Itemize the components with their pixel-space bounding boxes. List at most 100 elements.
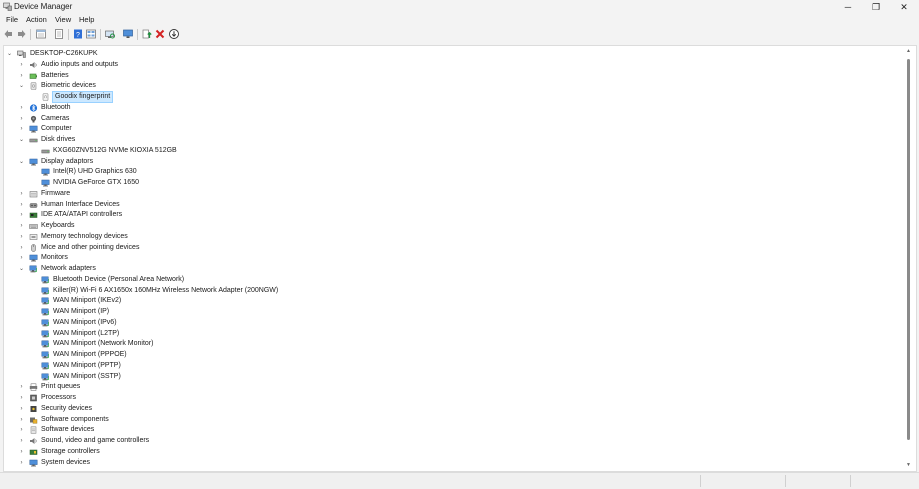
chevron-right-icon[interactable]: › bbox=[18, 447, 25, 457]
tree-category[interactable]: ⌄ Biometric devices bbox=[18, 81, 518, 91]
tree-root[interactable]: ⌄ DESKTOP-C26KUPK bbox=[6, 49, 306, 59]
tree-category[interactable]: › System devices bbox=[18, 458, 518, 468]
chevron-down-icon[interactable]: ⌄ bbox=[18, 81, 25, 91]
tree-item-label: Human Interface Devices bbox=[41, 200, 120, 208]
chevron-right-icon[interactable]: › bbox=[18, 200, 25, 210]
tree-category[interactable]: › IDE ATA/ATAPI controllers bbox=[18, 210, 518, 220]
chevron-right-icon[interactable]: › bbox=[18, 103, 25, 113]
chevron-right-icon[interactable]: › bbox=[18, 232, 25, 242]
scroll-up-arrow[interactable]: ▲ bbox=[906, 48, 911, 54]
tree-category[interactable]: › Storage controllers bbox=[18, 447, 518, 457]
tree-category[interactable]: › Bluetooth bbox=[18, 103, 518, 113]
monitor-icon[interactable] bbox=[122, 28, 134, 40]
tree-device[interactable]: WAN Miniport (Network Monitor) bbox=[30, 339, 530, 349]
tree-item-label: Processors bbox=[41, 394, 77, 401]
chevron-down-icon[interactable]: ⌄ bbox=[18, 135, 25, 145]
tree-category[interactable]: › Computer bbox=[18, 124, 518, 134]
chevron-down-icon[interactable]: ⌄ bbox=[18, 264, 25, 274]
tree-device[interactable]: Killer(R) Wi-Fi 6 AX1650x 160MHz Wireles… bbox=[30, 286, 530, 296]
tree-category[interactable]: › Firmware bbox=[18, 189, 518, 199]
device-manager-icon bbox=[3, 2, 12, 11]
tree-device[interactable]: WAN Miniport (IKEv2) bbox=[30, 296, 530, 306]
system-device-icon bbox=[29, 459, 38, 466]
tree-category[interactable]: › Software devices bbox=[18, 425, 518, 435]
chevron-right-icon[interactable]: › bbox=[18, 253, 25, 263]
tree-device[interactable]: WAN Miniport (PPPOE) bbox=[30, 350, 530, 360]
tree-category[interactable]: › Print queues bbox=[18, 382, 518, 392]
chevron-right-icon[interactable]: › bbox=[18, 436, 25, 446]
menu-action[interactable]: Action bbox=[26, 15, 47, 25]
chevron-right-icon[interactable]: › bbox=[18, 458, 25, 468]
tree-category[interactable]: › Human Interface Devices bbox=[18, 200, 518, 210]
vertical-scrollbar[interactable] bbox=[907, 59, 910, 440]
tree-category[interactable]: › Security devices bbox=[18, 404, 518, 414]
device-tree[interactable]: ⌄ DESKTOP-C26KUPK › Audio inputs and outp… bbox=[3, 45, 917, 472]
tree-item-label: Bluetooth Device (Personal Area Network) bbox=[53, 275, 185, 283]
maximize-button[interactable]: ❐ bbox=[862, 0, 890, 14]
chevron-right-icon[interactable]: › bbox=[18, 243, 25, 253]
tree-device[interactable]: WAN Miniport (IP) bbox=[30, 307, 530, 317]
back-icon[interactable] bbox=[3, 28, 15, 40]
download-icon[interactable] bbox=[168, 28, 180, 40]
tree-item-label: Storage controllers bbox=[41, 447, 100, 455]
tree-category[interactable]: ⌄ Display adaptors bbox=[18, 157, 518, 167]
view-icon[interactable] bbox=[85, 28, 97, 40]
chevron-down-icon[interactable]: ⌄ bbox=[18, 157, 25, 167]
chevron-right-icon[interactable]: › bbox=[18, 393, 25, 403]
tree-device[interactable]: Intel(R) UHD Graphics 630 bbox=[30, 167, 530, 177]
title-bar: Device Manager ─ ❐ ✕ bbox=[0, 0, 919, 14]
chevron-right-icon[interactable]: › bbox=[18, 415, 25, 425]
chevron-right-icon[interactable]: › bbox=[18, 60, 25, 70]
tree-device[interactable]: WAN Miniport (SSTP) bbox=[30, 372, 530, 382]
tree-item-label: Mice and other pointing devices bbox=[41, 243, 140, 251]
tree-device[interactable]: WAN Miniport (PPTP) bbox=[30, 361, 530, 371]
tree-device[interactable]: Goodix fingerprint bbox=[30, 91, 530, 103]
uninstall-icon[interactable] bbox=[154, 28, 166, 40]
tree-category[interactable]: › Mice and other pointing devices bbox=[18, 243, 518, 253]
tree-category[interactable]: › Batteries bbox=[18, 71, 518, 81]
chevron-right-icon[interactable]: › bbox=[18, 382, 25, 392]
tree-device[interactable]: NVIDIA GeForce GTX 1650 bbox=[30, 178, 530, 188]
tree-category[interactable]: › Sound, video and game controllers bbox=[18, 436, 518, 446]
chevron-right-icon[interactable]: › bbox=[18, 210, 25, 220]
tree-category[interactable]: › Cameras bbox=[18, 114, 518, 124]
storage-controller-icon bbox=[29, 449, 38, 455]
update-driver-icon[interactable] bbox=[141, 28, 153, 40]
tree-category[interactable]: › Audio inputs and outputs bbox=[18, 60, 518, 70]
tree-device[interactable]: Bluetooth Device (Personal Area Network) bbox=[30, 275, 530, 285]
tree-category[interactable]: › Processors bbox=[18, 393, 518, 403]
menu-view[interactable]: View bbox=[55, 15, 71, 25]
tree-device[interactable]: WAN Miniport (IPv6) bbox=[30, 318, 530, 328]
tree-category[interactable]: › Monitors bbox=[18, 253, 518, 263]
tree-device[interactable]: KXG60ZNV512G NVMe KIOXIA 512GB bbox=[30, 146, 530, 156]
chevron-right-icon[interactable]: › bbox=[18, 189, 25, 199]
scroll-down-arrow[interactable]: ▼ bbox=[906, 462, 911, 468]
chevron-right-icon[interactable]: › bbox=[18, 114, 25, 124]
scan-hardware-icon[interactable] bbox=[104, 28, 116, 40]
minimize-button[interactable]: ─ bbox=[834, 0, 862, 14]
tree-item-label: Sound, video and game controllers bbox=[41, 437, 150, 444]
monitor-icon bbox=[29, 255, 38, 262]
menu-file[interactable]: File bbox=[6, 15, 18, 25]
chevron-down-icon[interactable]: ⌄ bbox=[6, 49, 13, 59]
chevron-right-icon[interactable]: › bbox=[18, 124, 25, 134]
tree-category[interactable]: ⌄ Disk drives bbox=[18, 135, 518, 145]
chevron-right-icon[interactable]: › bbox=[18, 404, 25, 414]
properties-icon[interactable] bbox=[53, 28, 65, 40]
tree-category[interactable]: › Memory technology devices bbox=[18, 232, 518, 242]
sound-icon bbox=[30, 438, 37, 444]
close-button[interactable]: ✕ bbox=[890, 0, 918, 14]
tree-category[interactable]: › Keyboards bbox=[18, 221, 518, 231]
menu-help[interactable]: Help bbox=[79, 15, 94, 25]
properties-window-icon[interactable] bbox=[35, 28, 47, 40]
help-icon[interactable]: ? bbox=[72, 28, 84, 40]
tree-device[interactable]: WAN Miniport (L2TP) bbox=[30, 329, 530, 339]
toolbar: ? bbox=[0, 27, 919, 42]
chevron-right-icon[interactable]: › bbox=[18, 425, 25, 435]
tree-category[interactable]: ⌄ Network adapters bbox=[18, 264, 518, 274]
tree-category[interactable]: › Software components bbox=[18, 415, 518, 425]
chevron-right-icon[interactable]: › bbox=[18, 71, 25, 81]
tree-item-label: Intel(R) UHD Graphics 630 bbox=[53, 168, 137, 176]
forward-icon[interactable] bbox=[15, 28, 27, 40]
chevron-right-icon[interactable]: › bbox=[18, 221, 25, 231]
